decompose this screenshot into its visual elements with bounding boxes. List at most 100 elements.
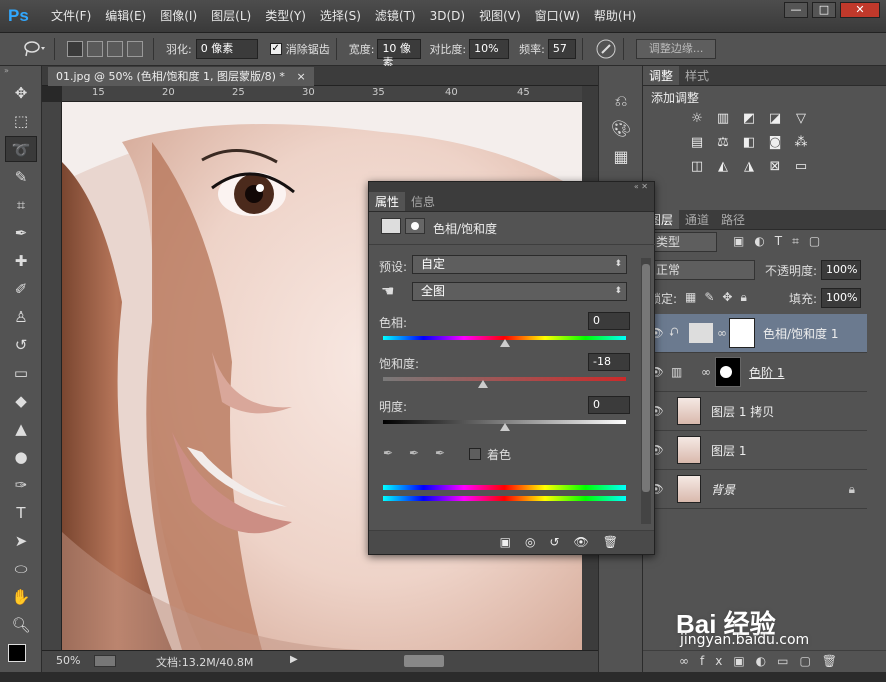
crop-tool-icon[interactable]: ⌗ — [5, 192, 37, 218]
document-tab[interactable]: 01.jpg @ 50% (色相/饱和度 1, 图层蒙版/8) * × — [48, 67, 314, 86]
foreground-color-swatch[interactable] — [8, 644, 26, 662]
close-button[interactable]: ✕ — [840, 2, 880, 18]
layers-footer-icons[interactable]: ∞fx▣◐▭▢🗑︎ — [643, 650, 886, 672]
hue-input[interactable]: 0 — [588, 312, 630, 330]
black-white-icon[interactable]: ◧ — [739, 133, 759, 153]
lightness-slider-thumb[interactable] — [499, 423, 510, 431]
menu-3d[interactable]: 3D(D) — [423, 0, 472, 33]
lock-icons[interactable]: ▦✎✥🔒︎ — [685, 290, 755, 305]
menu-file[interactable]: 文件(F) — [44, 0, 98, 33]
selective-color-icon[interactable]: ▭ — [791, 157, 811, 177]
pen-tool-icon[interactable]: ✑ — [5, 472, 37, 498]
menu-image[interactable]: 图像(I) — [153, 0, 204, 33]
pen-pressure-icon[interactable] — [595, 38, 617, 60]
brightness-icon[interactable]: ☼ — [687, 109, 707, 129]
refine-edge-button[interactable]: 调整边缘... — [635, 39, 717, 59]
gradient-map-icon[interactable]: ⊠ — [765, 157, 785, 177]
menu-filter[interactable]: 滤镜(T) — [368, 0, 423, 33]
invert-icon[interactable]: ◫ — [687, 157, 707, 177]
properties-footer-icons[interactable]: ▣◎↺👁︎🗑︎ — [369, 530, 654, 554]
marquee-tool-icon[interactable]: ⬚ — [5, 108, 37, 134]
restore-button[interactable]: □ — [812, 2, 836, 18]
width-input[interactable]: 10 像素 — [377, 39, 422, 69]
horizontal-scroll-thumb[interactable] — [404, 655, 444, 667]
menu-view[interactable]: 视图(V) — [472, 0, 528, 33]
document-tab-close-icon[interactable]: × — [296, 70, 305, 83]
proof-icon[interactable] — [94, 655, 116, 667]
history-panel-icon[interactable]: ⎌ — [606, 88, 636, 114]
clone-stamp-tool-icon[interactable]: ♙ — [5, 304, 37, 330]
brush-tool-icon[interactable]: ✐ — [5, 276, 37, 302]
layer-row-layer1[interactable]: 👁︎ 图层 1 — [643, 431, 867, 470]
minimize-button[interactable]: — — [784, 2, 808, 18]
menu-window[interactable]: 窗口(W) — [528, 0, 587, 33]
layer-filter-select[interactable]: 类型 — [647, 232, 717, 252]
threshold-icon[interactable]: ◮ — [739, 157, 759, 177]
layer-row-levels[interactable]: 👁︎ ▥ ∞ 色阶 1 — [643, 353, 867, 392]
exposure-icon[interactable]: ◪ — [765, 109, 785, 129]
targeted-adjustment-hand-icon[interactable]: ☚ — [381, 282, 394, 300]
panel-title-bar[interactable]: « ✕ — [369, 182, 654, 192]
history-brush-tool-icon[interactable]: ↺ — [5, 332, 37, 358]
blend-mode-select[interactable]: 正常 — [647, 260, 755, 280]
tab-properties[interactable]: 属性 — [369, 192, 406, 211]
tab-info[interactable]: 信息 — [405, 192, 441, 211]
subtract-selection-icon[interactable] — [107, 41, 123, 57]
channel-select[interactable]: 全图 ⬍ — [412, 282, 627, 301]
mask-icon[interactable] — [405, 218, 425, 234]
properties-scrollbar[interactable] — [641, 258, 651, 524]
antialias-checkbox[interactable]: ✓ — [269, 43, 282, 55]
lasso-tool-icon[interactable]: ➰ — [5, 136, 37, 162]
add-to-selection-icon[interactable] — [87, 41, 103, 57]
frequency-input[interactable]: 57 — [547, 39, 576, 59]
fill-input[interactable]: 100% — [821, 288, 861, 308]
hue-slider-thumb[interactable] — [499, 339, 510, 347]
new-selection-icon[interactable] — [67, 41, 83, 57]
hand-tool-icon[interactable]: ✋ — [5, 584, 37, 610]
menu-type[interactable]: 类型(Y) — [258, 0, 313, 33]
type-tool-icon[interactable]: T — [5, 500, 37, 526]
color-panel-icon[interactable]: 🎨︎ — [606, 116, 636, 142]
tab-paths[interactable]: 路径 — [715, 210, 751, 229]
colorize-checkbox[interactable] — [469, 448, 481, 460]
curves-icon[interactable]: ◩ — [739, 109, 759, 129]
blur-tool-icon[interactable]: ▲ — [5, 416, 37, 442]
dodge-tool-icon[interactable]: ● — [5, 444, 37, 470]
eraser-tool-icon[interactable]: ▭ — [5, 360, 37, 386]
layer-mask-thumb[interactable] — [715, 357, 741, 387]
opacity-input[interactable]: 100% — [821, 260, 861, 280]
preset-select[interactable]: 自定 ⬍ — [412, 255, 627, 274]
tab-adjustments[interactable]: 调整 — [643, 66, 680, 85]
zoom-level[interactable]: 50% — [56, 654, 80, 667]
levels-icon[interactable]: ▥ — [713, 109, 733, 129]
vibrance-icon[interactable]: ▽ — [791, 109, 811, 129]
saturation-slider-track[interactable] — [383, 377, 626, 381]
tab-channels[interactable]: 通道 — [679, 210, 715, 229]
eyedropper-icon[interactable]: ✒ — [383, 446, 393, 460]
eyedropper-minus-icon[interactable]: ✒ — [435, 446, 445, 460]
path-selection-tool-icon[interactable]: ➤ — [5, 528, 37, 554]
feather-input[interactable]: 0 像素 — [195, 39, 258, 59]
saturation-slider-thumb[interactable] — [477, 380, 488, 388]
eyedropper-tool-icon[interactable]: ✒ — [5, 220, 37, 246]
tools-collapse-icon[interactable]: » — [0, 66, 41, 78]
color-balance-icon[interactable]: ⚖ — [713, 133, 733, 153]
zoom-tool-icon[interactable]: 🔍︎ — [5, 612, 37, 638]
healing-brush-tool-icon[interactable]: ✚ — [5, 248, 37, 274]
posterize-icon[interactable]: ◭ — [713, 157, 733, 177]
intersect-selection-icon[interactable] — [127, 41, 143, 57]
lasso-tool-preset-icon[interactable] — [22, 39, 48, 59]
layer-row-background[interactable]: 👁︎ 背景 🔒︎ — [643, 470, 867, 509]
layer-row-hue-saturation[interactable]: 👁︎ ⮏ ∞ 色相/饱和度 1 — [643, 314, 867, 353]
photo-filter-icon[interactable]: ◙ — [765, 133, 785, 153]
ellipse-tool-icon[interactable]: ⬭ — [5, 556, 37, 582]
paint-bucket-tool-icon[interactable]: ◆ — [5, 388, 37, 414]
move-tool-icon[interactable]: ✥ — [5, 80, 37, 106]
menu-help[interactable]: 帮助(H) — [587, 0, 643, 33]
filter-icons[interactable]: ▣◐T⌗▢ — [733, 234, 830, 249]
hue-saturation-icon[interactable]: ▤ — [687, 133, 707, 153]
menu-edit[interactable]: 编辑(E) — [98, 0, 153, 33]
eyedropper-plus-icon[interactable]: ✒ — [409, 446, 419, 460]
channel-mixer-icon[interactable]: ⁂ — [791, 133, 811, 153]
contrast-input[interactable]: 10% — [469, 39, 510, 59]
